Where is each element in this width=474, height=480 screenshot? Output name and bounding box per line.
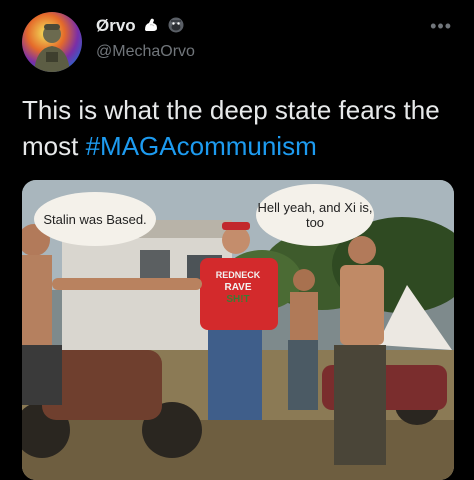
- speech-bubble-left: Stalin was Based.: [34, 192, 156, 246]
- tweet-text: This is what the deep state fears the mo…: [22, 92, 462, 164]
- author-name-text: Ørvo: [96, 16, 136, 35]
- tweet-media[interactable]: REDNECK RAVE SH!T Stalin was Based. Hell…: [22, 180, 454, 480]
- avatar-image: [34, 24, 70, 72]
- shirt-text-3: SH!T: [226, 294, 249, 305]
- tweet-header: Ørvo @MechaOrvo •••: [0, 0, 474, 80]
- gorilla-icon: [168, 17, 184, 33]
- shirt-text-1: REDNECK: [216, 270, 261, 280]
- author-handle[interactable]: @MechaOrvo: [96, 43, 195, 61]
- flexed-biceps-icon: [145, 18, 158, 31]
- more-options-icon[interactable]: •••: [430, 16, 452, 37]
- hashtag-link[interactable]: #MAGAcommunism: [86, 131, 317, 161]
- author-display-name[interactable]: Ørvo: [96, 16, 187, 39]
- avatar[interactable]: [22, 12, 82, 72]
- speech-bubble-right: Hell yeah, and Xi is, too: [256, 184, 374, 246]
- shirt-text-2: RAVE: [224, 282, 251, 293]
